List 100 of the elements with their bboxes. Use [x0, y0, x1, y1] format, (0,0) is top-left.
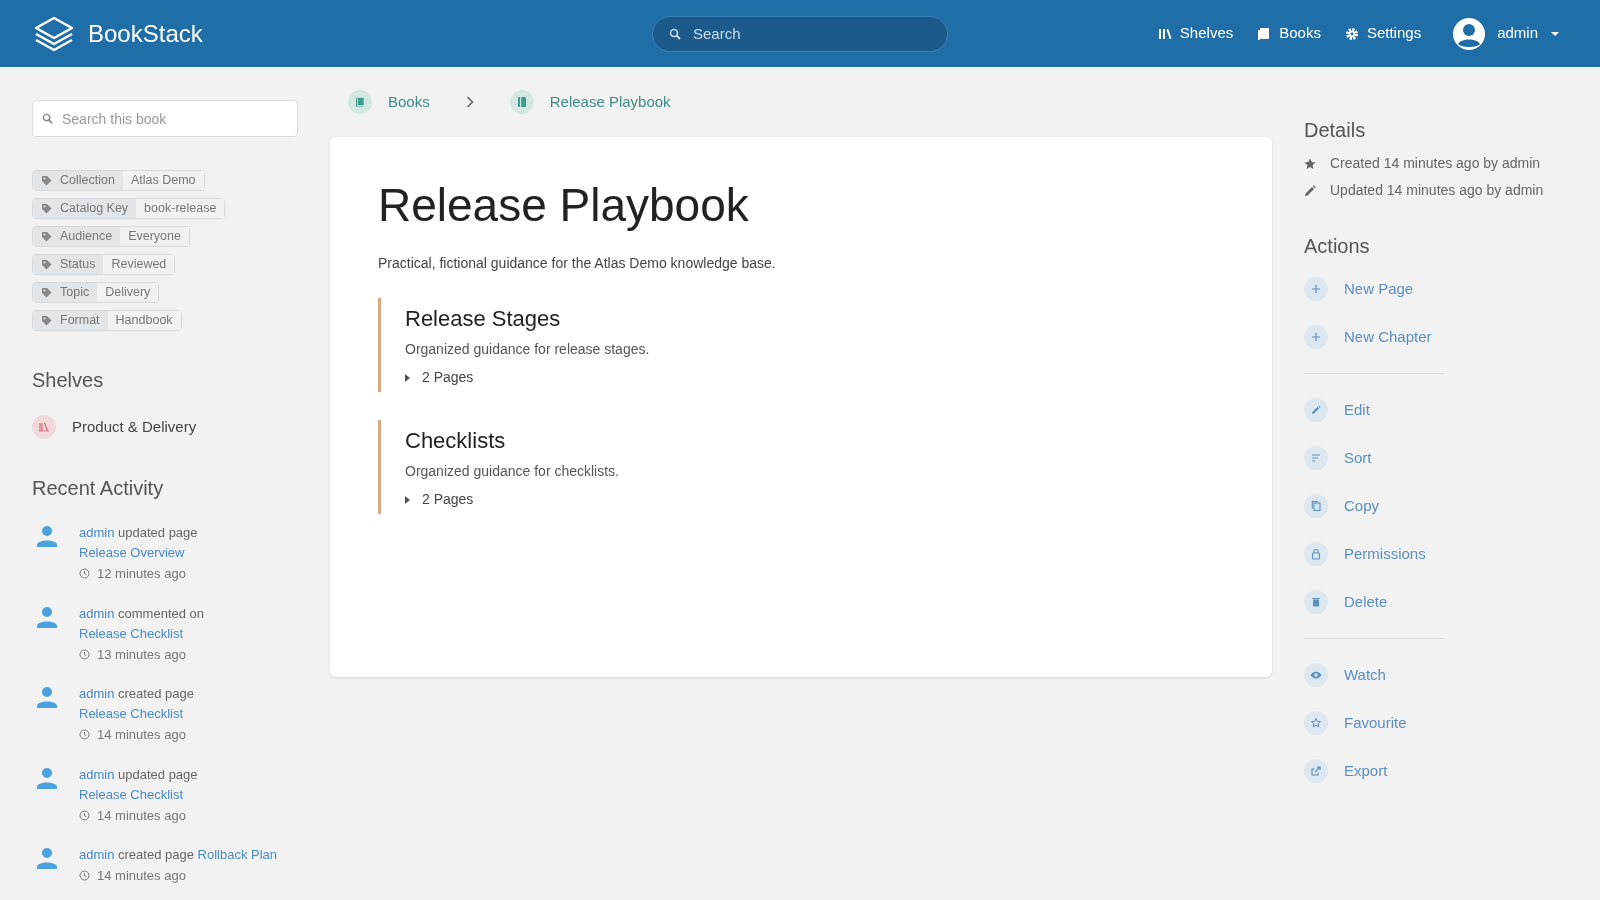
tag[interactable]: Status Reviewed — [32, 254, 176, 275]
nav-link[interactable]: Books — [1257, 22, 1321, 45]
pages-toggle[interactable]: 2 Pages — [405, 489, 474, 510]
activity-text: admin commented on Release Checklist — [79, 604, 206, 643]
page-link[interactable]: Release Checklist — [79, 625, 184, 641]
nav-link[interactable]: Shelves — [1157, 22, 1234, 45]
tag-name: Collection — [60, 172, 115, 189]
plus-icon — [1304, 277, 1328, 301]
chapter-title: Release Stages — [405, 305, 562, 333]
external-link-icon — [1304, 759, 1328, 783]
page-link[interactable]: Rollback Plan — [197, 847, 278, 862]
section-heading: Recent Activity — [32, 476, 165, 501]
activity-time: 12 minutes ago — [97, 565, 186, 583]
user-icon — [37, 605, 57, 628]
user-icon — [37, 686, 57, 708]
user-link[interactable]: admin — [79, 686, 115, 701]
caret-icon — [1550, 30, 1560, 37]
tag-name: Catalog Key — [60, 200, 129, 217]
tag[interactable]: Audience Everyone — [32, 226, 190, 247]
trash-icon — [1304, 590, 1328, 614]
eye-icon — [1304, 663, 1328, 687]
tag-icon — [41, 203, 52, 214]
action-link[interactable]: Copy — [1304, 482, 1600, 530]
chevron-icon — [465, 96, 474, 108]
detail-text: Created 14 minutes ago by admin — [1330, 154, 1541, 173]
user-icon — [37, 847, 57, 869]
tag-name: Audience — [60, 228, 113, 245]
action-link[interactable]: New Page — [1304, 265, 1600, 313]
chapter-description: Organized guidance for checklists. — [405, 462, 620, 481]
action-link[interactable]: Permissions — [1304, 530, 1600, 578]
clock-icon — [79, 729, 90, 741]
pages-toggle[interactable]: 2 Pages — [405, 367, 474, 388]
action-link[interactable]: Favourite — [1304, 699, 1600, 747]
tag-icon — [41, 175, 52, 186]
tag[interactable]: Format Handbook — [32, 310, 182, 331]
user-link[interactable]: admin — [79, 605, 115, 621]
activity-time: 14 minutes ago — [97, 806, 186, 825]
clock-icon — [79, 648, 90, 660]
pencil-icon — [1304, 398, 1328, 422]
sort-icon — [1304, 446, 1328, 470]
activity-text: admin updated page Release Overview — [79, 524, 199, 562]
clock-icon — [79, 809, 90, 821]
search-icon — [669, 27, 681, 40]
chapter-item[interactable]: Checklists Organized guidance for checklists. 2 Pages — [378, 420, 1224, 514]
breadcrumb-link[interactable]: Books — [348, 90, 430, 114]
section-heading: Actions — [1304, 234, 1371, 259]
page-link[interactable]: Release Overview — [79, 545, 185, 560]
book-icon — [1257, 26, 1272, 41]
shelf-link[interactable]: Product & Delivery — [32, 415, 298, 439]
tag-name: Format — [60, 312, 100, 329]
tag[interactable]: Collection Atlas Demo — [32, 170, 205, 191]
tag-icon — [41, 315, 52, 326]
book-description: Practical, fictional guidance for the Atlas Demo knowledge base. — [378, 254, 777, 273]
pencil-icon — [1304, 184, 1316, 197]
section-heading: Shelves — [32, 368, 105, 393]
action-link[interactable]: Watch — [1304, 651, 1600, 699]
detail-text: Updated 14 minutes ago by admin — [1330, 181, 1544, 200]
action-link[interactable]: Delete — [1304, 578, 1600, 626]
shelf-icon — [32, 415, 56, 439]
caret-icon — [405, 495, 410, 504]
page-link[interactable]: Release Checklist — [79, 706, 184, 721]
star-icon — [1304, 157, 1316, 170]
tag-icon — [41, 287, 52, 298]
activity-text: admin created page Release Checklist — [79, 685, 195, 723]
tag-icon — [41, 259, 52, 270]
clock-icon — [79, 568, 90, 580]
caret-icon — [405, 373, 410, 382]
settings-icon — [1344, 26, 1359, 41]
copy-icon — [1304, 494, 1328, 518]
tag-name: Topic — [60, 284, 90, 301]
search-icon — [42, 113, 53, 124]
tag-name: Status — [60, 256, 96, 273]
tag[interactable]: Topic Delivery — [32, 282, 160, 303]
book-icon — [348, 90, 372, 114]
user-menu[interactable]: admin — [1453, 17, 1560, 50]
plus-icon — [1304, 325, 1328, 349]
activity-time: 14 minutes ago — [97, 867, 186, 885]
user-icon — [37, 525, 57, 547]
search-field[interactable]: Search — [652, 15, 948, 52]
user-link[interactable]: admin — [79, 525, 115, 540]
action-link[interactable]: Sort — [1304, 434, 1600, 482]
activity-time: 14 minutes ago — [97, 726, 186, 744]
tag[interactable]: Catalog Key book-release — [32, 198, 226, 219]
user-link[interactable]: admin — [79, 847, 115, 862]
book-title: Release Playbook — [378, 178, 750, 233]
nav-link[interactable]: Settings — [1344, 22, 1422, 45]
chapter-item[interactable]: Release Stages Organized guidance for release stages. 2 Pages — [378, 298, 1224, 392]
page-link[interactable]: Release Checklist — [79, 786, 184, 802]
shelves-icon — [1157, 26, 1172, 41]
action-link[interactable]: Edit — [1304, 386, 1600, 434]
activity-text: admin created page Rollback Plan — [79, 846, 279, 864]
avatar-icon — [1453, 17, 1486, 50]
activity-time: 13 minutes ago — [97, 645, 186, 664]
tag-icon — [41, 231, 52, 242]
action-link[interactable]: New Chapter — [1304, 313, 1600, 361]
breadcrumb-link[interactable]: Release Playbook — [509, 90, 671, 114]
action-link[interactable]: Export — [1304, 747, 1600, 795]
app-name[interactable]: BookStack — [88, 15, 203, 52]
chapter-title: Checklists — [405, 427, 507, 455]
user-link[interactable]: admin — [79, 766, 115, 782]
